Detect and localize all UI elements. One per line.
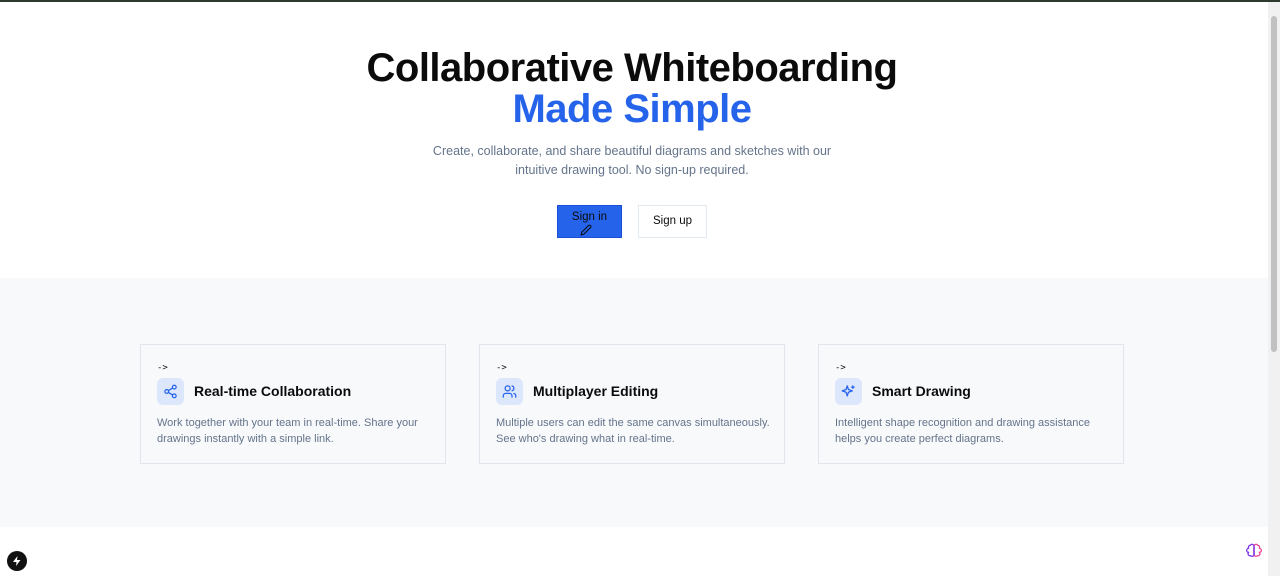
scrollbar-thumb[interactable] xyxy=(1271,16,1277,352)
feature-description: Work together with your team in real-tim… xyxy=(157,417,418,445)
features-section: -> Real-time Collaboration Work together… xyxy=(0,278,1268,527)
sparkles-icon xyxy=(835,378,862,405)
card-marker: -> xyxy=(496,363,507,373)
share-icon xyxy=(157,378,184,405)
sign-up-button[interactable]: Sign up xyxy=(638,205,707,238)
feature-card-realtime-collaboration: -> Real-time Collaboration Work together… xyxy=(140,344,446,464)
hero-section: Collaborative Whiteboarding Made Simple … xyxy=(0,2,1268,278)
feature-description: Intelligent shape recognition and drawin… xyxy=(835,417,1090,445)
brain-icon[interactable] xyxy=(1244,541,1264,561)
hero-subtitle: Create, collaborate, and share beautiful… xyxy=(432,144,832,177)
card-marker: -> xyxy=(835,363,846,373)
feature-card-multiplayer-editing: -> Multiplayer Editing Multiple users ca… xyxy=(479,344,785,464)
sign-in-button[interactable]: Sign in xyxy=(557,205,622,238)
feature-title: Multiplayer Editing xyxy=(533,383,659,399)
lightning-icon[interactable] xyxy=(7,551,27,571)
feature-title: Real-time Collaboration xyxy=(194,383,352,399)
sign-in-label: Sign in xyxy=(571,211,608,223)
users-icon xyxy=(496,378,523,405)
hero-title-highlight: Made Simple xyxy=(512,87,752,131)
pencil-icon xyxy=(580,224,592,236)
hero-title: Collaborative Whiteboarding xyxy=(366,46,898,90)
card-marker: -> xyxy=(157,363,168,373)
feature-title: Smart Drawing xyxy=(872,383,971,399)
vertical-scrollbar[interactable] xyxy=(1268,2,1280,576)
feature-description: Multiple users can edit the same canvas … xyxy=(496,417,770,445)
feature-card-smart-drawing: -> Smart Drawing Intelligent shape recog… xyxy=(818,344,1124,464)
